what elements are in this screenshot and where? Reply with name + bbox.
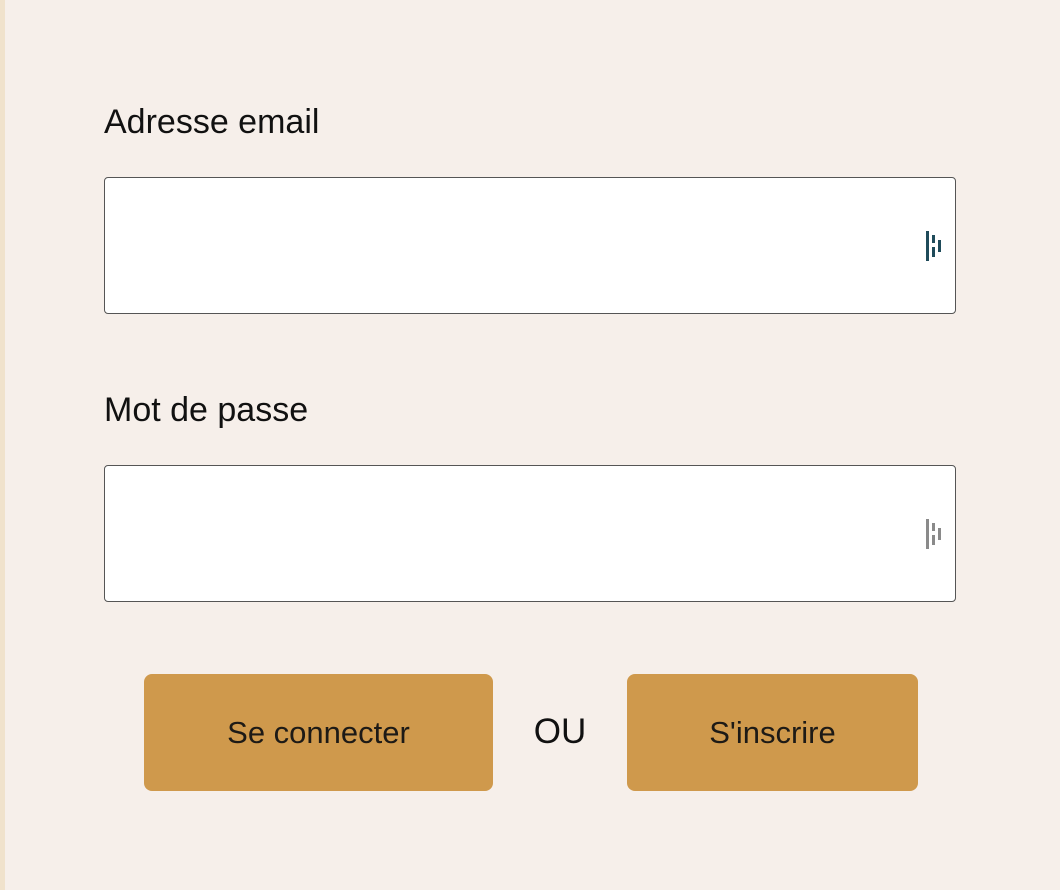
login-button[interactable]: Se connecter — [144, 674, 493, 791]
email-field-container — [104, 177, 956, 314]
signup-button[interactable]: S'inscrire — [627, 674, 918, 791]
password-field[interactable] — [105, 466, 955, 601]
password-label: Mot de passe — [104, 391, 309, 429]
password-manager-icon[interactable] — [925, 231, 947, 261]
email-field[interactable] — [105, 178, 955, 313]
or-separator: OU — [533, 712, 587, 751]
email-label: Adresse email — [104, 103, 320, 141]
login-panel: Adresse email Mot de passe Se connecter … — [5, 0, 1060, 890]
password-field-container — [104, 465, 956, 602]
password-manager-icon[interactable] — [925, 519, 947, 549]
